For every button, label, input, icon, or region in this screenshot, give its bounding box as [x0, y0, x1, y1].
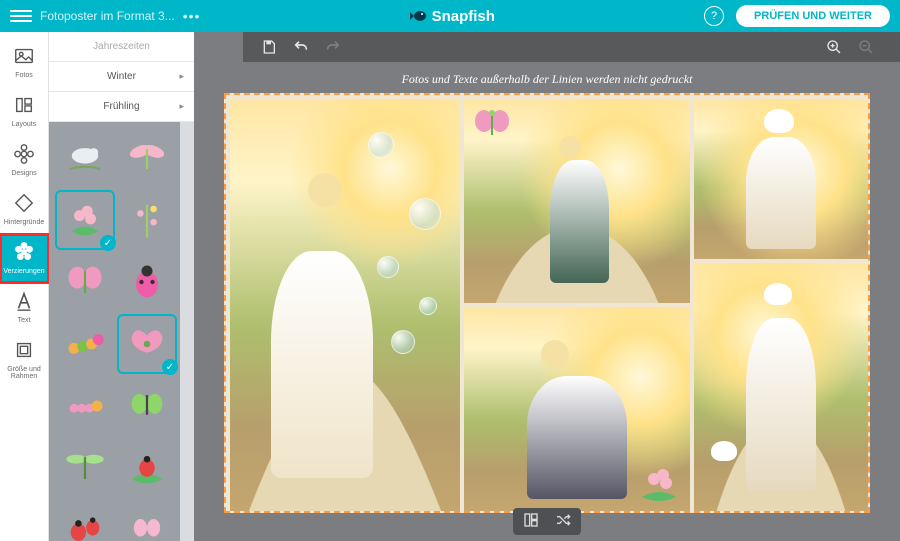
sticker-dragonfly-pink[interactable] — [119, 130, 175, 186]
left-rail: Fotos Layouts Designs Hintergründe Verzi… — [0, 32, 49, 541]
diamond-icon — [12, 191, 36, 215]
photo-icon — [12, 44, 36, 68]
zoom-in-icon[interactable] — [822, 35, 846, 59]
rail-text[interactable]: Text — [0, 283, 49, 332]
sticker-twig-blossom[interactable] — [119, 192, 175, 248]
text-a-icon — [12, 289, 36, 313]
redo-icon — [321, 35, 345, 59]
proceed-button[interactable]: PRÜFEN UND WEITER — [736, 5, 890, 27]
rail-label: Fotos — [15, 72, 33, 79]
sticker-butterfly-green[interactable] — [119, 378, 175, 434]
photo-tile-3[interactable] — [694, 99, 868, 259]
brand-logo: Snapfish — [200, 8, 704, 25]
more-menu-icon[interactable]: ••• — [183, 8, 201, 24]
category-label: Winter — [107, 71, 136, 82]
poster-canvas[interactable] — [224, 93, 870, 513]
undo-icon[interactable] — [289, 35, 313, 59]
photo-tile-1[interactable] — [230, 99, 460, 511]
sticker-caterpillar[interactable] — [57, 316, 113, 372]
applied-sticker-flowers[interactable] — [636, 463, 682, 503]
photo-tile-2[interactable] — [464, 99, 690, 303]
category-label: Frühling — [103, 101, 139, 112]
layout-options-icon[interactable] — [523, 512, 539, 531]
category-row-fruehling[interactable]: Frühling ▸ — [49, 92, 194, 122]
canvas-bottom-tools — [513, 508, 581, 535]
sticker-butterfly-heart[interactable] — [119, 316, 175, 372]
chevron-right-icon: ▸ — [179, 101, 184, 112]
sticker-flowers-leaf[interactable] — [57, 192, 113, 248]
sticker-ladybugs-pair[interactable] — [57, 502, 113, 541]
sticker-caterpillar-pink[interactable] — [57, 378, 113, 434]
rail-hintergruende[interactable]: Hintergründe — [0, 185, 49, 234]
rail-layouts[interactable]: Layouts — [0, 87, 49, 136]
flower-icon — [12, 142, 36, 166]
document-title[interactable]: Fotoposter im Format 3... — [40, 9, 175, 23]
rail-label: Layouts — [12, 121, 37, 128]
photo-tile-5[interactable] — [694, 263, 868, 511]
rail-label: Größe und Rahmen — [0, 366, 49, 380]
rail-groesse[interactable]: Größe und Rahmen — [0, 332, 49, 388]
canvas-area: Fotos und Texte außerhalb der Linien wer… — [194, 32, 900, 541]
shuffle-icon[interactable] — [555, 512, 571, 531]
sticker-grid[interactable] — [49, 122, 194, 541]
menu-icon[interactable] — [10, 5, 32, 27]
rail-fotos[interactable]: Fotos — [0, 38, 49, 87]
rail-designs[interactable]: Designs — [0, 136, 49, 185]
applied-sticker-butterfly[interactable] — [472, 107, 512, 141]
zoom-out-icon — [854, 35, 878, 59]
sticker-butterfly-pink[interactable] — [57, 254, 113, 310]
sticker-dragonfly-green[interactable] — [57, 440, 113, 496]
rail-label: Text — [18, 317, 31, 324]
save-icon[interactable] — [257, 35, 281, 59]
category-label: Jahreszeiten — [93, 41, 150, 52]
rail-label: Verzierungen — [3, 268, 44, 275]
side-panel: Jahreszeiten Winter ▸ Frühling ▸ — [49, 32, 194, 541]
chevron-right-icon: ▸ — [179, 71, 184, 82]
sticker-ladybug-leaf[interactable] — [119, 440, 175, 496]
rail-label: Hintergründe — [4, 219, 44, 226]
sticker-ladybug-pink[interactable] — [119, 254, 175, 310]
fish-icon — [410, 9, 428, 23]
canvas-notice: Fotos und Texte außerhalb der Linien wer… — [194, 62, 900, 93]
sticker-butterfly-small[interactable] — [119, 502, 175, 541]
category-row-winter[interactable]: Winter ▸ — [49, 62, 194, 92]
brand-name: Snapfish — [432, 8, 495, 25]
sticker-bird-branch[interactable] — [57, 130, 113, 186]
category-row-jahreszeiten[interactable]: Jahreszeiten — [49, 32, 194, 62]
rail-verzierungen[interactable]: Verzierungen — [0, 234, 49, 283]
decoration-flower-icon — [12, 240, 36, 264]
crop-icon — [12, 338, 36, 362]
help-icon[interactable]: ? — [704, 6, 724, 26]
top-bar: Fotoposter im Format 3... ••• Snapfish ?… — [0, 0, 900, 32]
editor-toolbar — [243, 32, 900, 62]
layouts-icon — [12, 93, 36, 117]
photo-tile-4[interactable] — [464, 307, 690, 511]
rail-label: Designs — [11, 170, 36, 177]
